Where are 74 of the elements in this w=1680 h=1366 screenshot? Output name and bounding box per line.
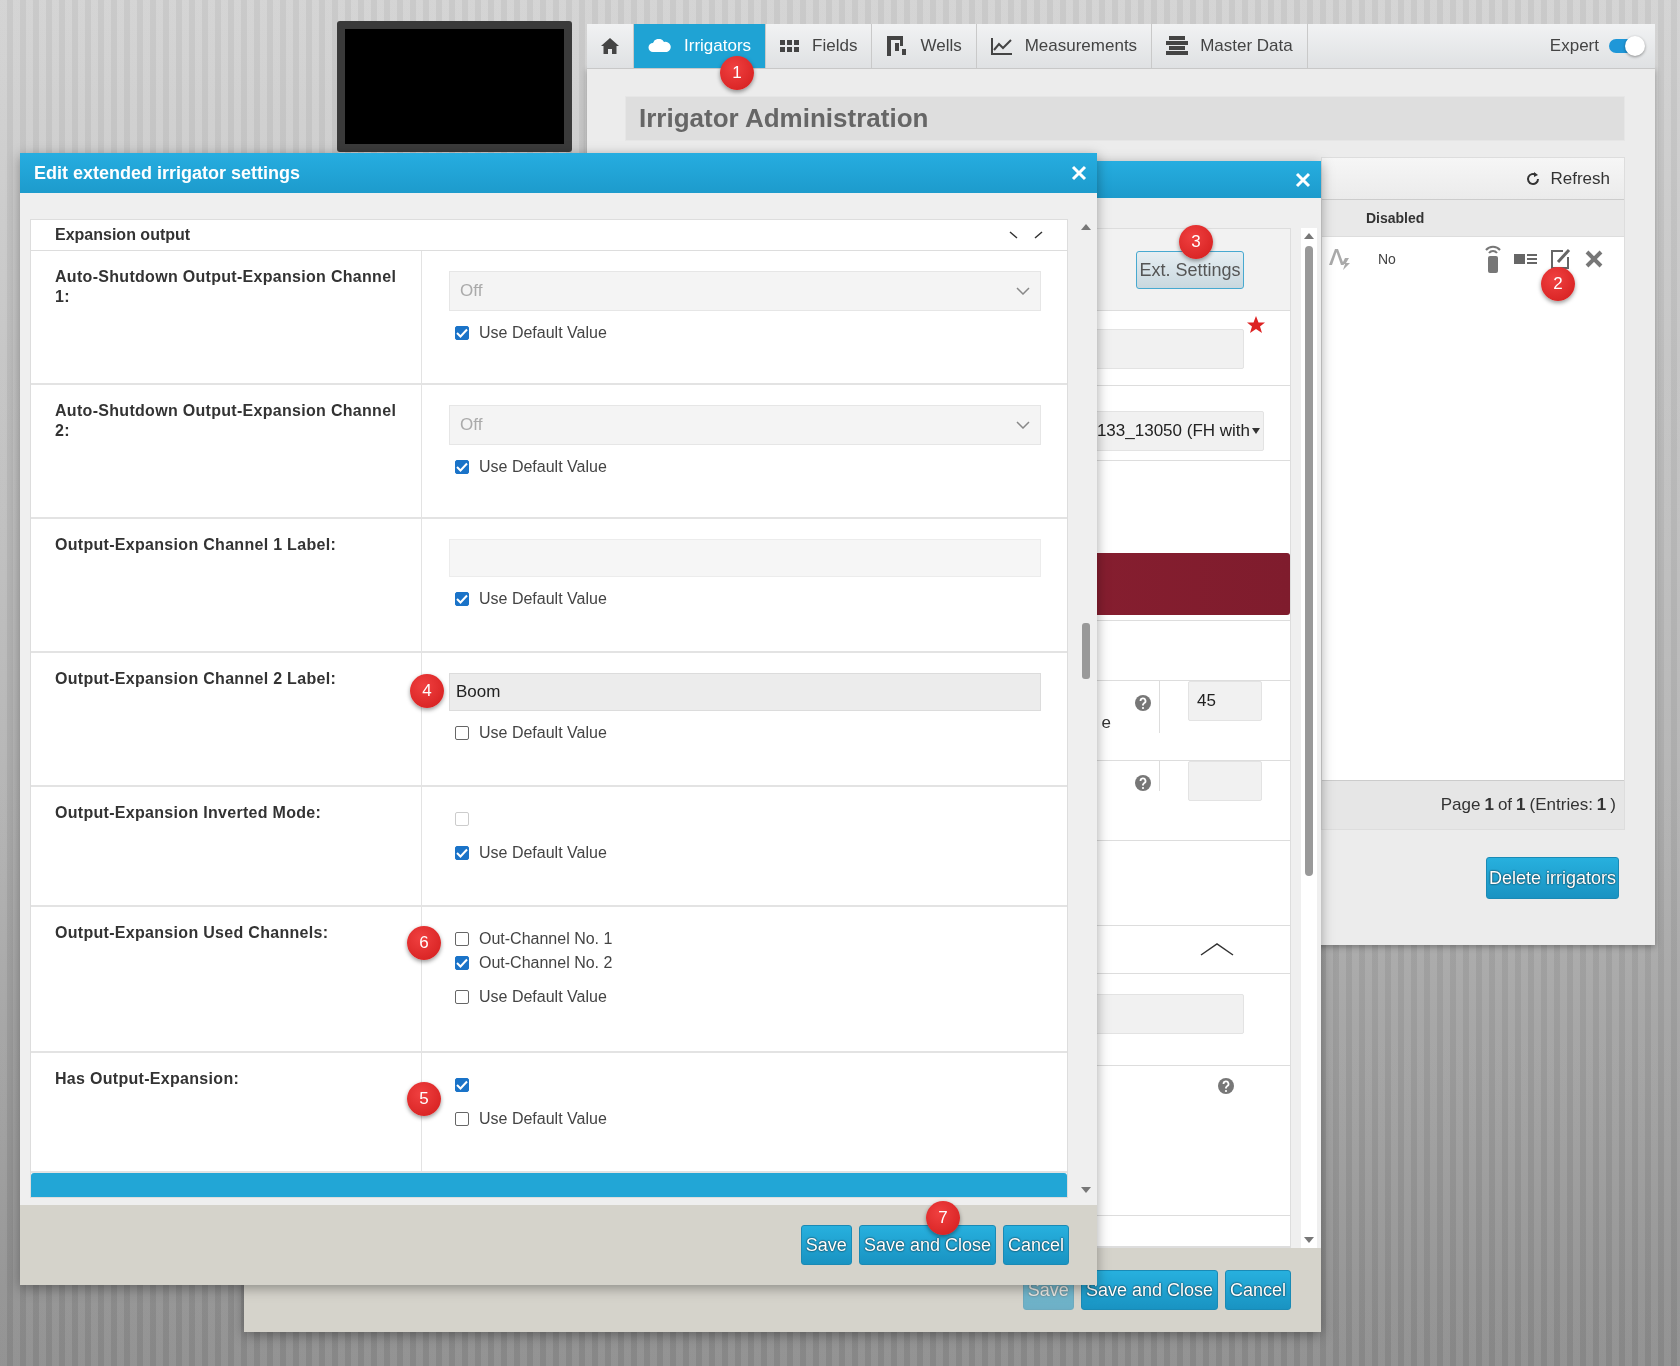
- checkbox[interactable]: [455, 932, 469, 946]
- checkbox-label: Out-Channel No. 2: [479, 954, 613, 972]
- nav-tab[interactable]: Measurements: [976, 24, 1153, 68]
- checkbox-label: Use Default Value: [479, 988, 607, 1006]
- chevron-down-icon: [1016, 287, 1030, 295]
- dialog-title: Edit extended irrigator settings: [34, 162, 301, 184]
- chevron-up-icon[interactable]: [1200, 942, 1234, 956]
- edit-icon[interactable]: [1550, 248, 1572, 270]
- grid-icon: [780, 40, 801, 52]
- font-lightning-icon: [1328, 247, 1352, 271]
- database-icon: [1166, 36, 1189, 56]
- checkbox-label: Use Default Value: [479, 324, 607, 342]
- pager-text: Page 1 of 1 (Entries: 1): [1322, 780, 1624, 829]
- dialog-button[interactable]: Save and Close: [858, 1225, 996, 1265]
- section-title: Expansion output: [55, 226, 191, 244]
- delete-irrigators-button[interactable]: Delete irrigators: [1486, 857, 1619, 899]
- checkbox-label: Use Default Value: [479, 1110, 607, 1128]
- checkbox[interactable]: [455, 1112, 469, 1126]
- ext-settings-button[interactable]: Ext. Settings: [1136, 251, 1244, 289]
- close-button[interactable]: [1071, 165, 1087, 181]
- scroll-up-icon[interactable]: [1080, 223, 1092, 231]
- help-icon[interactable]: [1218, 1078, 1234, 1094]
- checkbox[interactable]: [455, 956, 469, 970]
- text-field[interactable]: Boom: [449, 673, 1041, 711]
- scrollbar-thumb[interactable]: [1082, 623, 1090, 679]
- scrollbar-thumb[interactable]: [1305, 246, 1313, 876]
- setting-label: Auto-Shutdown Output-Expansion Channel 2:: [55, 402, 397, 439]
- setting-label: Output-Expansion Channel 2 Label:: [55, 670, 337, 687]
- table-cell: No: [1378, 251, 1396, 267]
- collapse-icon[interactable]: [1009, 230, 1043, 240]
- nav-tab[interactable]: Wells: [872, 24, 977, 68]
- chart-icon: [990, 37, 1013, 55]
- dialog-button[interactable]: Save: [800, 1225, 852, 1265]
- expert-label: Expert: [1549, 36, 1599, 56]
- cloud-icon: [648, 39, 672, 53]
- help-icon[interactable]: [1135, 775, 1151, 791]
- scroll-down-icon[interactable]: [1080, 1186, 1092, 1194]
- nav-tab[interactable]: Fields: [766, 24, 873, 68]
- checkbox[interactable]: [455, 1078, 469, 1092]
- checkbox[interactable]: [455, 726, 469, 740]
- help-icon[interactable]: [1135, 695, 1151, 711]
- dialog-button[interactable]: Cancel: [1002, 1225, 1069, 1265]
- card-list-icon[interactable]: [1514, 252, 1538, 266]
- scroll-up-icon[interactable]: [1303, 232, 1315, 240]
- nav-tab[interactable]: Master Data: [1152, 24, 1308, 68]
- well-icon: [886, 35, 909, 57]
- checkbox-label: Out-Channel No. 1: [479, 930, 613, 948]
- scroll-down-icon[interactable]: [1303, 1236, 1315, 1244]
- column-header: Disabled: [1366, 210, 1425, 226]
- page-title: Irrigator Administration: [639, 103, 929, 134]
- input-field[interactable]: [1188, 761, 1262, 801]
- remote-icon[interactable]: [1484, 244, 1502, 274]
- setting-label: Auto-Shutdown Output-Expansion Channel 1:: [55, 268, 397, 305]
- setting-label: Has Output-Expansion:: [55, 1070, 240, 1087]
- number-field[interactable]: 45: [1188, 681, 1262, 721]
- star-icon: [1246, 315, 1266, 335]
- checkbox-label: Use Default Value: [479, 590, 607, 608]
- dialog-button[interactable]: Cancel: [1224, 1270, 1291, 1310]
- checkbox-label: Use Default Value: [479, 458, 607, 476]
- refresh-button[interactable]: Refresh: [1550, 168, 1610, 189]
- delete-icon[interactable]: [1584, 249, 1604, 269]
- refresh-icon: [1526, 171, 1541, 186]
- setting-label: Output-Expansion Inverted Mode:: [55, 804, 322, 821]
- close-button[interactable]: [1295, 171, 1311, 188]
- expert-toggle[interactable]: [1609, 39, 1643, 53]
- setting-label: Output-Expansion Used Channels:: [55, 924, 329, 941]
- chevron-down-icon: [1016, 421, 1030, 429]
- checkbox[interactable]: [455, 990, 469, 1004]
- setting-label: Output-Expansion Channel 1 Label:: [55, 536, 337, 553]
- home-icon: [600, 37, 620, 55]
- checkbox-label: Use Default Value: [479, 844, 607, 862]
- caret-icon: [1251, 427, 1261, 435]
- checkbox-label: Use Default Value: [479, 724, 607, 742]
- field-label: e: [1101, 713, 1111, 733]
